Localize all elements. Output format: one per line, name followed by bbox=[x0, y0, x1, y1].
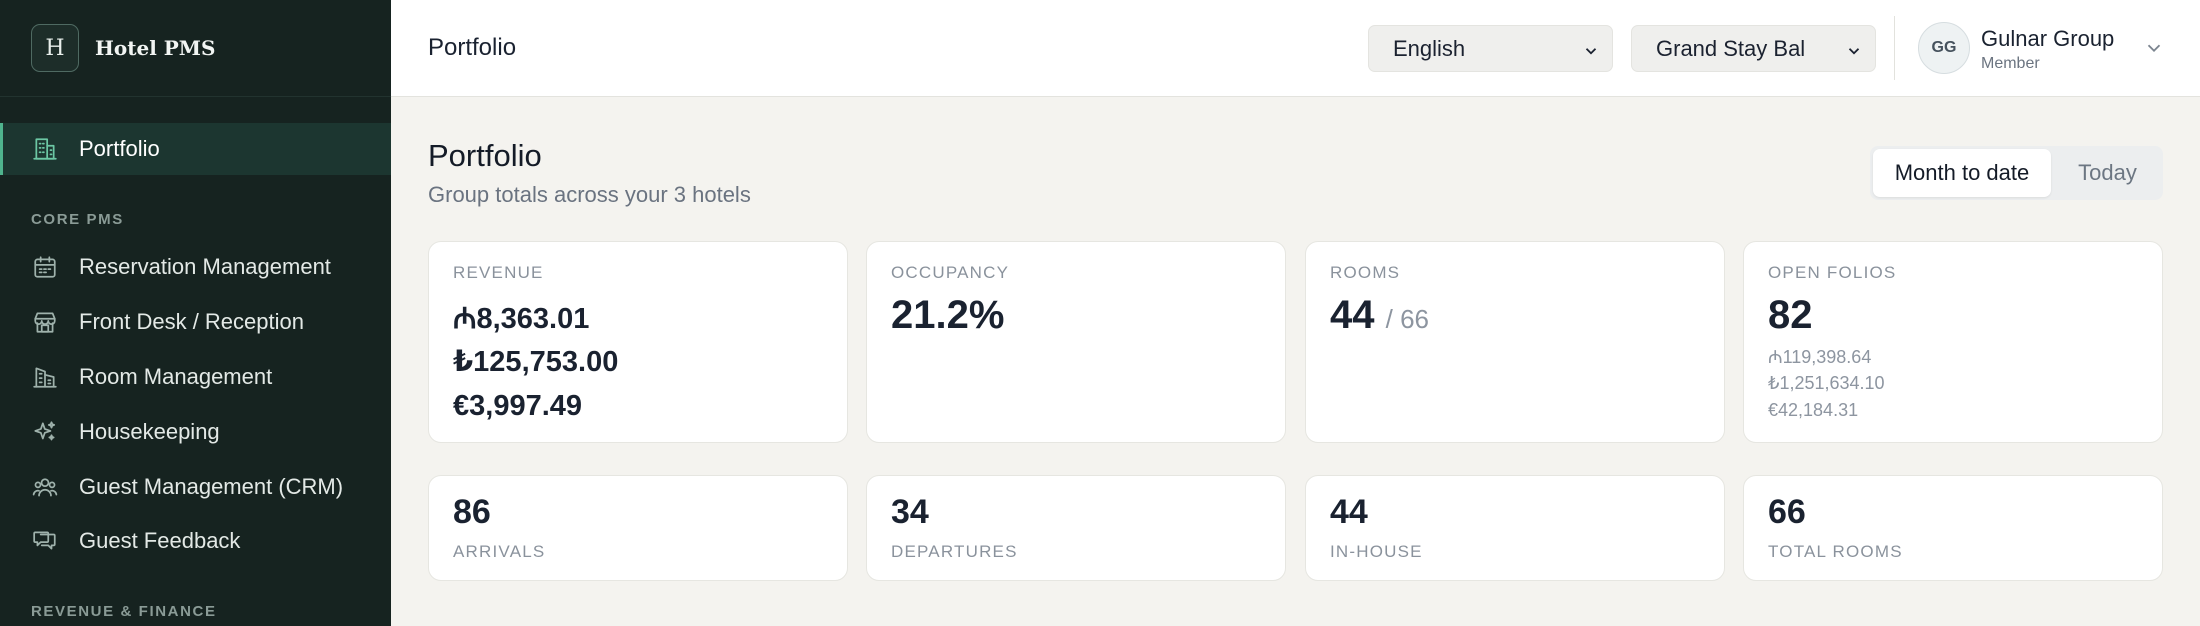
building-icon bbox=[31, 135, 59, 163]
stat-label: DEPARTURES bbox=[891, 542, 1018, 561]
card-label: ROOMS bbox=[1330, 263, 1401, 282]
revenue-value: ₼8,363.01 bbox=[453, 303, 590, 335]
user-role: Member bbox=[1981, 55, 2040, 72]
sidebar-item-guest-management[interactable]: Guest Management (CRM) bbox=[0, 461, 391, 513]
folio-amount: ₼119,398.64 bbox=[1768, 347, 1872, 367]
chevron-down-icon bbox=[1845, 40, 1863, 58]
language-select-value: English bbox=[1393, 35, 1466, 61]
occupancy-card: OCCUPANCY 21.2% bbox=[866, 241, 1286, 443]
stat-value: 44 bbox=[1330, 493, 1368, 531]
folio-amount: €42,184.31 bbox=[1768, 400, 1859, 420]
sidebar-item-label: Guest Feedback bbox=[79, 528, 241, 553]
sidebar-item-label: Front Desk / Reception bbox=[79, 309, 304, 334]
sidebar-item-label: Room Management bbox=[79, 364, 273, 389]
language-select[interactable]: English bbox=[1368, 25, 1613, 72]
avatar[interactable]: GG bbox=[1918, 22, 1970, 74]
chat-icon bbox=[31, 527, 59, 555]
sidebar-item-label: Guest Management (CRM) bbox=[79, 474, 344, 499]
sidebar-item-housekeeping[interactable]: Housekeeping bbox=[0, 406, 391, 458]
folio-amount: ₺1,251,634.10 bbox=[1768, 373, 1885, 393]
hotel-select-value: Grand Stay Bal bbox=[1656, 35, 1806, 61]
page-title: Portfolio bbox=[428, 138, 542, 173]
sidebar-item-label: Housekeeping bbox=[79, 419, 220, 444]
brand-logo: H bbox=[31, 24, 79, 72]
brand-name: Hotel PMS bbox=[95, 36, 216, 60]
stat-label: IN-HOUSE bbox=[1330, 542, 1423, 561]
revenue-value: ₺125,753.00 bbox=[453, 346, 619, 378]
page-subtitle: Group totals across your 3 hotels bbox=[428, 182, 751, 207]
toggle-today[interactable]: Today bbox=[2055, 149, 2160, 197]
topbar-title: Portfolio bbox=[428, 34, 517, 61]
stat-value: 86 bbox=[453, 493, 491, 531]
stat-value: 34 bbox=[891, 493, 929, 531]
sparkles-icon bbox=[31, 418, 59, 446]
stat-label: TOTAL ROOMS bbox=[1768, 542, 1903, 561]
card-label: REVENUE bbox=[453, 263, 544, 282]
topbar: Portfolio English Grand Stay Bal GG Guln… bbox=[391, 0, 2200, 97]
stat-card-in-house: 44 IN-HOUSE bbox=[1305, 475, 1725, 581]
chevron-down-icon[interactable] bbox=[2143, 37, 2165, 59]
calendar-icon bbox=[31, 253, 59, 281]
revenue-value: €3,997.49 bbox=[453, 390, 583, 422]
sidebar-item-portfolio[interactable]: Portfolio bbox=[0, 123, 391, 175]
rooms-card: ROOMS 44 / 66 bbox=[1305, 241, 1725, 443]
card-label: OPEN FOLIOS bbox=[1768, 263, 1897, 282]
buildings-icon bbox=[31, 363, 59, 391]
toggle-month-to-date[interactable]: Month to date bbox=[1873, 149, 2051, 197]
chevron-down-icon bbox=[1582, 40, 1600, 58]
sidebar-item-label: Portfolio bbox=[79, 136, 160, 161]
stat-label: ARRIVALS bbox=[453, 542, 546, 561]
stat-card-arrivals: 86 ARRIVALS bbox=[428, 475, 848, 581]
rooms-value-wrap: 44 / 66 bbox=[1330, 293, 1429, 338]
open-folios-card: OPEN FOLIOS 82 ₼119,398.64 ₺1,251,634.10… bbox=[1743, 241, 2163, 443]
sidebar-item-front-desk[interactable]: Front Desk / Reception bbox=[0, 296, 391, 348]
stat-card-departures: 34 DEPARTURES bbox=[866, 475, 1286, 581]
storefront-icon bbox=[31, 308, 59, 336]
open-folios-value: 82 bbox=[1768, 293, 1813, 337]
section-title-core-pms: CORE PMS bbox=[31, 211, 124, 228]
section-title-revenue-finance: REVENUE & FINANCE bbox=[31, 603, 217, 620]
rooms-value: 44 bbox=[1330, 293, 1375, 337]
users-icon bbox=[31, 473, 59, 501]
user-name[interactable]: Gulnar Group bbox=[1981, 26, 2114, 52]
stat-value: 66 bbox=[1768, 493, 1806, 531]
sidebar-item-guest-feedback[interactable]: Guest Feedback bbox=[0, 515, 391, 567]
brand[interactable]: H Hotel PMS bbox=[0, 0, 391, 97]
sidebar: H Hotel PMS Portfolio CORE PMS Reservati… bbox=[0, 0, 391, 626]
hotel-select[interactable]: Grand Stay Bal bbox=[1631, 25, 1876, 72]
sidebar-item-label: Reservation Management bbox=[79, 254, 331, 279]
divider bbox=[1894, 16, 1895, 80]
card-label: OCCUPANCY bbox=[891, 263, 1010, 282]
sidebar-item-room-management[interactable]: Room Management bbox=[0, 351, 391, 403]
revenue-card: REVENUE ₼8,363.01 ₺125,753.00 €3,997.49 bbox=[428, 241, 848, 443]
rooms-total: / 66 bbox=[1385, 304, 1429, 334]
sidebar-item-reservation-management[interactable]: Reservation Management bbox=[0, 241, 391, 293]
occupancy-value: 21.2% bbox=[891, 293, 1005, 337]
period-toggle: Month to date Today bbox=[1870, 146, 2163, 200]
stat-card-total-rooms: 66 TOTAL ROOMS bbox=[1743, 475, 2163, 581]
